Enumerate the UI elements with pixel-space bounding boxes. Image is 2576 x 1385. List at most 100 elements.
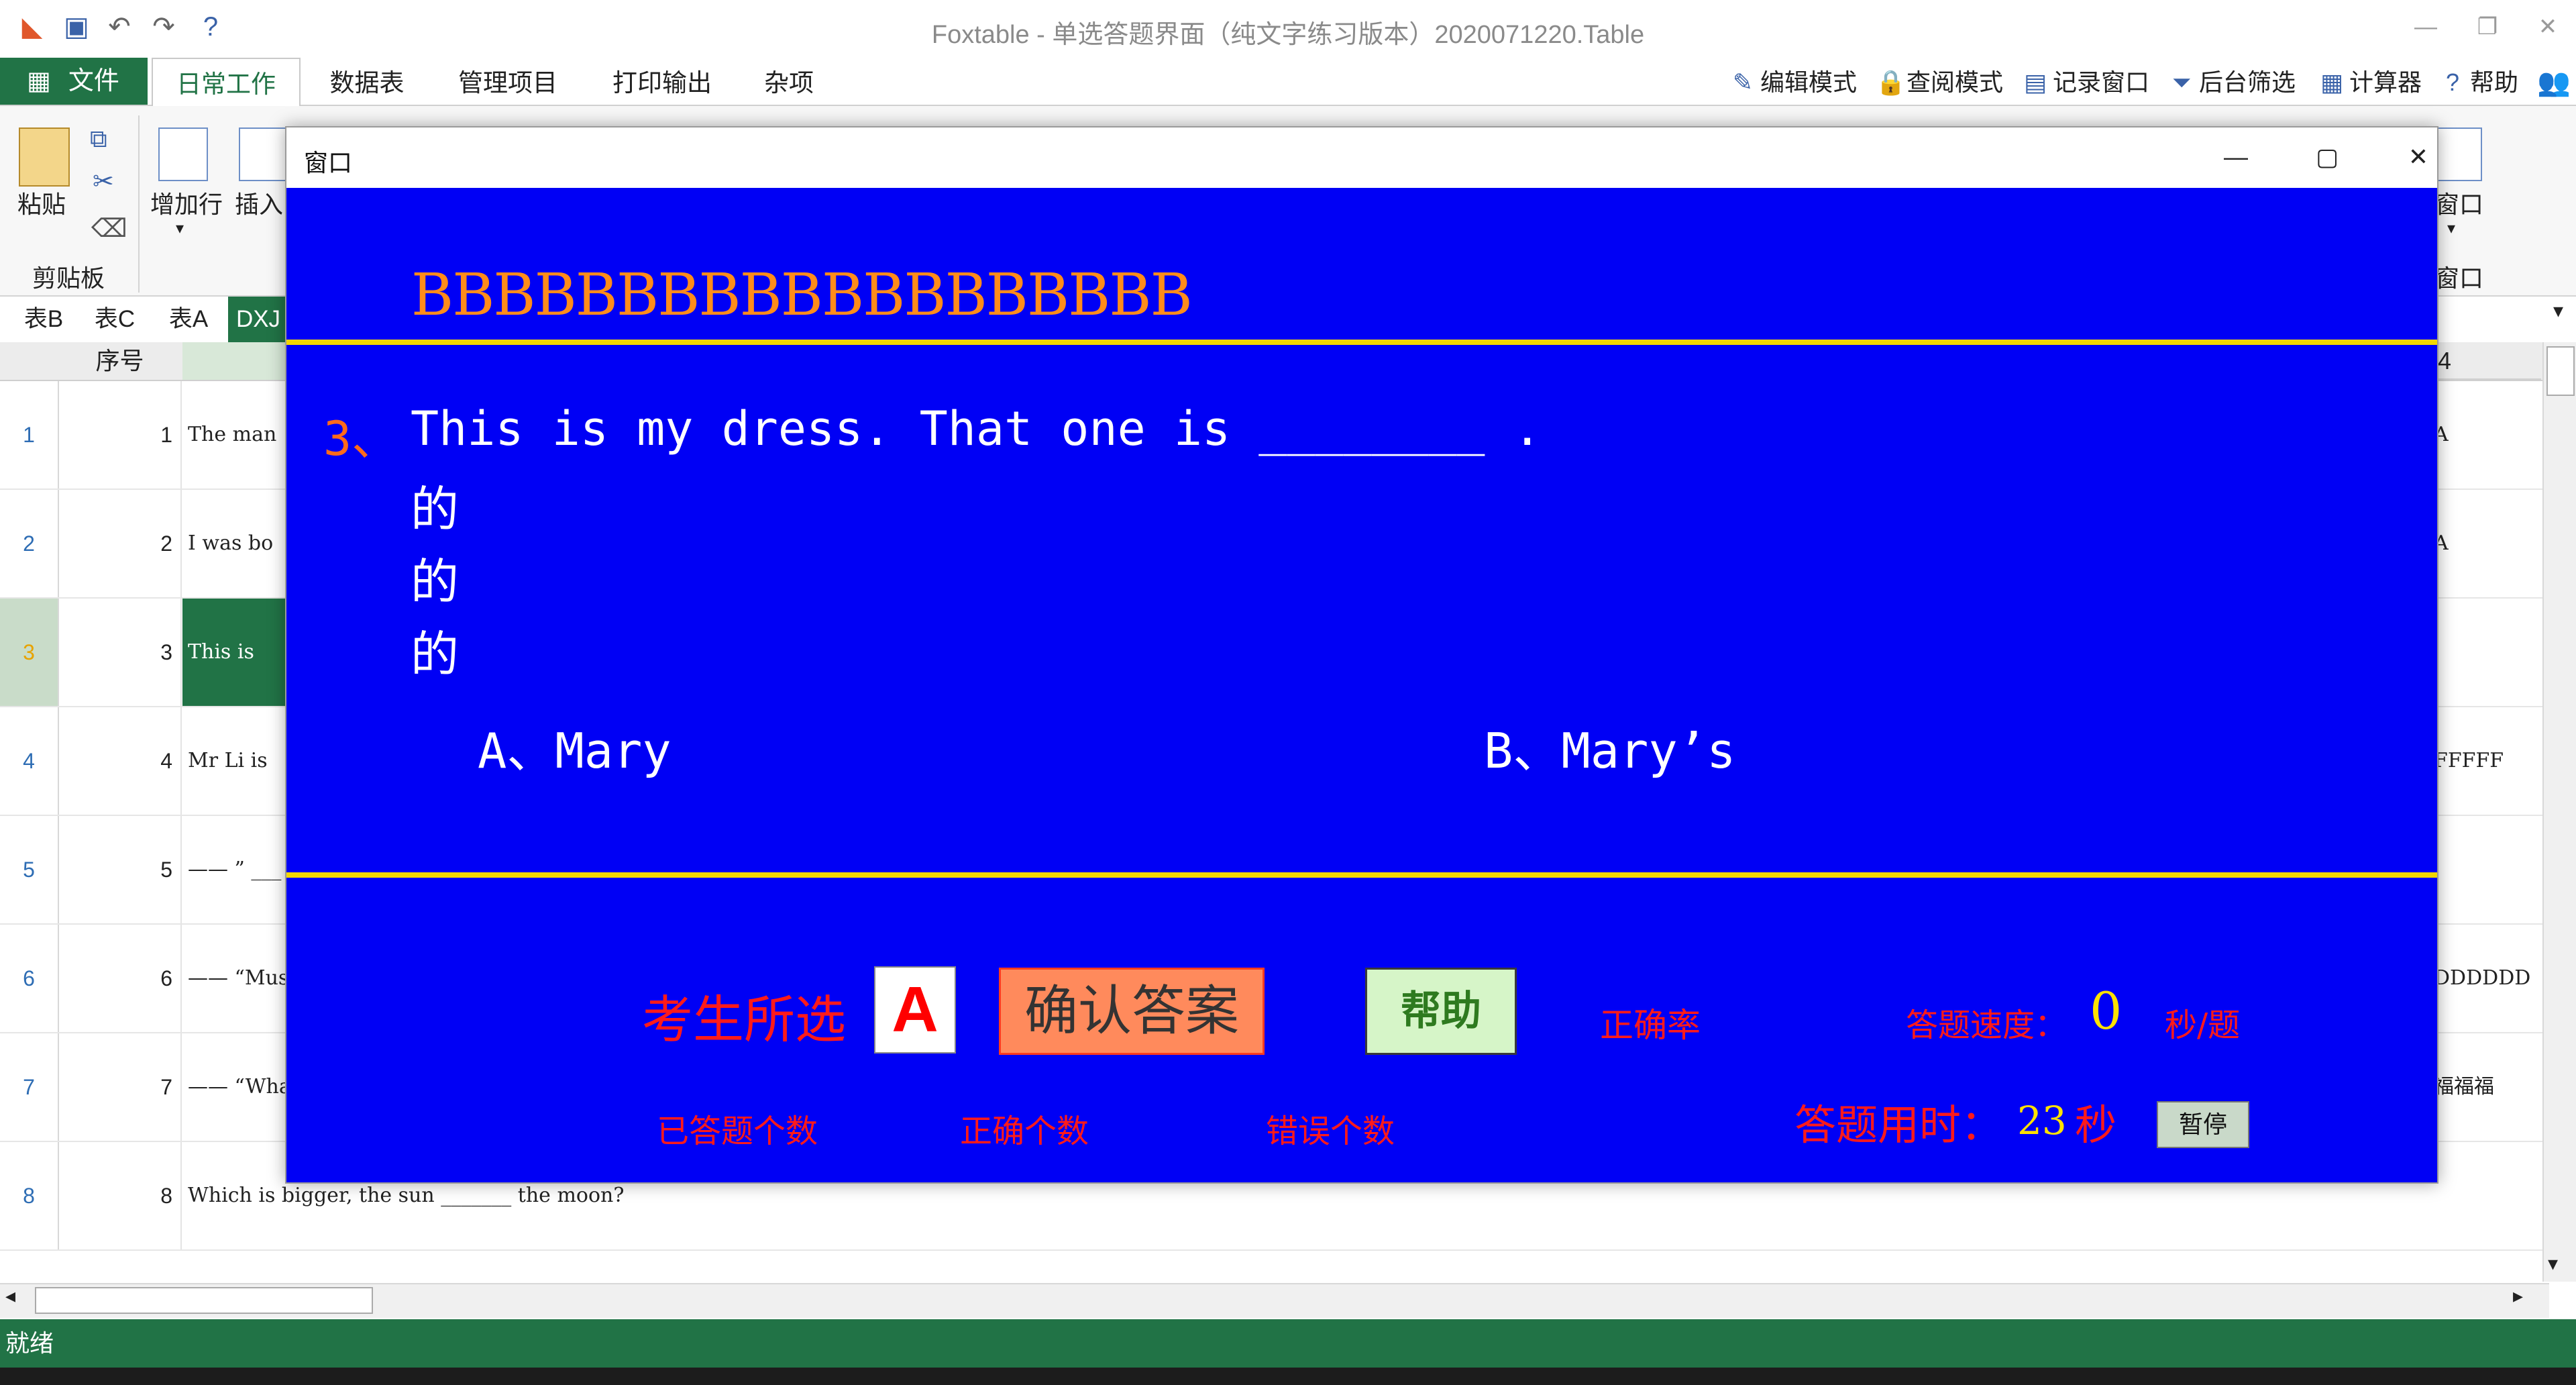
status-text: 就绪 [5,1329,54,1357]
table-cell-right[interactable] [2434,816,2548,923]
help-button[interactable]: ? 帮助 [2439,58,2518,105]
correct-count-label: 正确个数 [960,1113,1089,1150]
scroll-thumb[interactable] [2546,346,2575,396]
question-text: This is my dress. That one is ________ . [411,401,1542,456]
selected-answer-field[interactable]: A [874,966,956,1054]
table-cell-seq[interactable]: 1 [58,381,182,489]
table-cell-right[interactable] [2434,1142,2548,1249]
selected-label: 考生所选 [642,990,846,1049]
table-cell-seq[interactable]: 7 [58,1033,182,1141]
paste-button[interactable]: 粘贴 [17,185,66,220]
cut-icon[interactable]: ✂ [93,166,114,197]
window-chevron-icon[interactable]: ▾ [2447,219,2455,238]
table-cell-seq[interactable]: 5 [58,816,182,923]
table-cell-seq[interactable]: 8 [58,1142,182,1249]
sheet-tab-c[interactable]: 表C [85,297,145,342]
table-cell-seq[interactable]: 3 [58,599,182,706]
add-row-button[interactable]: 增加行 [150,185,223,220]
scroll-left-icon[interactable]: ◂ [5,1284,15,1308]
table-cell-seq[interactable]: 4 [58,707,182,815]
tab-daily-work[interactable]: 日常工作 [152,58,301,106]
table-cell-seq[interactable]: 6 [58,925,182,1032]
record-window-button[interactable]: ▤ 记录窗口 [2022,58,2149,105]
table-cell-right[interactable]: A [2434,381,2548,489]
sheet-tab-b[interactable]: 表B [13,297,74,342]
copy-icon[interactable]: ⧉ [90,125,107,154]
dialog-maximize-icon[interactable]: ▢ [2294,137,2361,177]
table-cell-right[interactable]: FFFFF [2434,707,2548,815]
wrong-count-label: 错误个数 [1266,1113,1395,1150]
close-window-icon[interactable]: ✕ [2521,7,2575,47]
vertical-scrollbar[interactable] [2542,342,2576,1282]
row-number[interactable]: 3 [0,599,59,706]
speed-label: 答题速度： [1906,1007,2068,1044]
row-number[interactable]: 2 [0,490,59,597]
option-a[interactable]: A、Mary [478,711,672,782]
row-number[interactable]: 8 [0,1142,59,1249]
menu-file-label: 文件 [68,67,119,95]
table-cell-right[interactable] [2434,599,2548,706]
h-scroll-thumb[interactable] [35,1287,373,1314]
scroll-right-icon[interactable]: ▸ [2513,1284,2523,1308]
column-header-seq[interactable]: 序号 [58,342,182,381]
view-mode-button[interactable]: 🔒查阅模式 [1876,58,2003,105]
table-cell-seq[interactable]: 2 [58,490,182,597]
window-button[interactable]: 窗口 [2435,185,2483,220]
view-mode-label: 查阅模式 [1907,68,2004,96]
chevron-down-icon[interactable]: ▾ [176,219,184,238]
tab-data-table[interactable]: 数据表 [307,58,427,105]
time-unit: 秒 [2075,1100,2117,1149]
table-cell-right[interactable]: DDDDDD [2434,925,2548,1032]
table-cell-right[interactable]: A [2434,490,2548,597]
background-filter-label: 后台筛选 [2199,68,2296,96]
background-filter-button[interactable]: ⏷ 后台筛选 [2168,58,2296,105]
insert-row-icon [239,127,288,181]
users-icon[interactable]: 👥 [2537,58,2571,105]
column-header-text[interactable] [182,342,290,381]
dialog-title-bar [286,127,2437,188]
sheet-tab-dxj[interactable]: DXJ [228,297,288,342]
filter-icon: ⏷ [2171,68,2192,96]
window-title: Foxtable - 单选答题界面（纯文字练习版本）2020071220.Tab… [931,21,1645,49]
column-header-right[interactable]: 4 [2434,342,2541,380]
accuracy-label: 正确率 [1600,1006,1701,1045]
sheet-tab-a[interactable]: 表A [158,297,219,342]
dialog-close-icon[interactable]: ✕ [2385,137,2452,177]
option-b[interactable]: B、Mary’s [1484,711,1735,782]
help-quiz-button[interactable]: 帮助 [1365,968,1517,1055]
tab-misc[interactable]: 杂项 [749,58,829,105]
bottom-divider [286,872,2437,878]
taskbar [0,1368,2576,1385]
calculator-button[interactable]: ▦ 计算器 [2318,58,2422,105]
quiz-dialog: 窗口 — ▢ ✕ BBBBBBBBBBBBBBBBBBB 3、 This is … [285,126,2438,1184]
table-cell-right[interactable]: 福福福 [2434,1033,2548,1141]
scroll-down-icon[interactable]: ▾ [2548,1252,2558,1276]
tabs-dropdown-icon[interactable]: ▾ [2553,299,2563,323]
menu-file[interactable]: ▦ 文件 [0,58,148,105]
tab-manage-project[interactable]: 管理项目 [440,58,576,105]
top-divider [286,340,2437,345]
edit-mode-button[interactable]: ✎ 编辑模式 [1729,58,1857,105]
clipboard-icon [19,127,70,187]
row-number[interactable]: 6 [0,925,59,1032]
banner-text: BBBBBBBBBBBBBBBBBBB [411,262,1193,329]
calculator-label: 计算器 [2349,68,2422,96]
row-number[interactable]: 4 [0,707,59,815]
minimize-icon[interactable]: — [2399,7,2453,47]
table-cell-text-selected[interactable]: This is [182,599,290,706]
tab-print-output[interactable]: 打印输出 [589,58,735,105]
dialog-minimize-icon[interactable]: — [2202,137,2269,177]
eraser-icon[interactable]: ⌫ [91,213,127,244]
row-number[interactable]: 1 [0,381,59,489]
restore-icon[interactable]: ❐ [2461,7,2514,47]
pause-button[interactable]: 暂停 [2157,1101,2249,1148]
record-window-label: 记录窗口 [2053,68,2150,96]
row-number[interactable]: 5 [0,816,59,923]
confirm-answer-button[interactable]: 确认答案 [999,968,1265,1055]
row-number[interactable]: 7 [0,1033,59,1141]
insert-button[interactable]: 插入 [235,185,283,220]
clipboard-group-label: 剪贴板 [32,264,105,292]
status-bar: 就绪 [0,1319,2576,1368]
horizontal-scrollbar[interactable] [0,1283,2549,1318]
ribbon-divider [138,115,140,293]
